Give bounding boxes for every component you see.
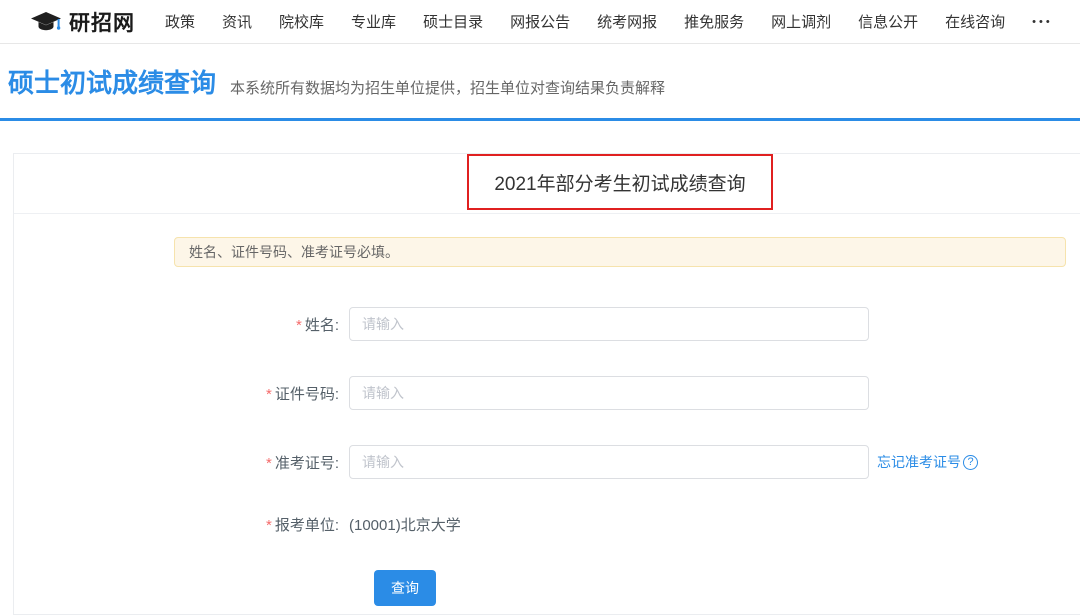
card-title: 2021年部分考生初试成绩查询 <box>494 169 745 196</box>
forgot-ticket-link[interactable]: 忘记准考证号? <box>877 452 978 472</box>
institution-label: *报考单位: <box>14 514 349 535</box>
page-header: 硕士初试成绩查询 本系统所有数据均为招生单位提供，招生单位对查询结果负责解释 <box>0 44 1080 118</box>
name-label: *姓名: <box>14 314 349 335</box>
site-logo[interactable]: 研招网 <box>30 7 135 37</box>
ticket-number-input[interactable] <box>349 445 869 479</box>
id-number-label: *证件号码: <box>14 383 349 404</box>
page-title: 硕士初试成绩查询 <box>8 63 216 100</box>
page-subtitle: 本系统所有数据均为招生单位提供，招生单位对查询结果负责解释 <box>230 77 665 98</box>
name-input[interactable] <box>349 307 869 341</box>
top-navigation: 研招网 政策 资讯 院校库 专业库 硕士目录 网报公告 统考网报 推免服务 网上… <box>0 0 1080 44</box>
question-circle-icon: ? <box>963 455 978 470</box>
query-button[interactable]: 查询 <box>374 570 436 606</box>
nav-item-unified-exam[interactable]: 统考网报 <box>597 11 657 32</box>
required-asterisk: * <box>266 455 272 472</box>
nav-item-exempt-service[interactable]: 推免服务 <box>684 11 744 32</box>
id-number-input[interactable] <box>349 376 869 410</box>
required-asterisk: * <box>266 386 272 403</box>
nav-item-policy[interactable]: 政策 <box>165 11 195 32</box>
submit-row: 查询 <box>14 570 1080 606</box>
nav-item-online-consult[interactable]: 在线咨询 <box>945 11 1005 32</box>
institution-value: (10001)北京大学 <box>349 514 461 535</box>
score-query-form: *姓名: *证件号码: *准考证号: 忘记准考证号? <box>14 307 1080 606</box>
form-row-id-number: *证件号码: <box>14 376 1080 410</box>
form-row-institution: *报考单位: (10001)北京大学 <box>14 514 1080 535</box>
query-card: 2021年部分考生初试成绩查询 姓名、证件号码、准考证号必填。 *姓名: *证件… <box>13 153 1080 615</box>
nav-item-major-library[interactable]: 专业库 <box>351 11 396 32</box>
more-icon[interactable]: ••• <box>1032 16 1053 28</box>
nav-item-master-catalog[interactable]: 硕士目录 <box>423 11 483 32</box>
card-header: 2021年部分考生初试成绩查询 <box>14 154 1080 214</box>
graduation-cap-icon <box>30 11 62 33</box>
form-row-ticket-number: *准考证号: 忘记准考证号? <box>14 445 1080 479</box>
nav-item-online-announcement[interactable]: 网报公告 <box>510 11 570 32</box>
required-asterisk: * <box>296 317 302 334</box>
nav-item-online-adjustment[interactable]: 网上调剂 <box>771 11 831 32</box>
nav-item-info-disclosure[interactable]: 信息公开 <box>858 11 918 32</box>
nav-item-college-library[interactable]: 院校库 <box>279 11 324 32</box>
required-asterisk: * <box>266 517 272 534</box>
required-fields-notice: 姓名、证件号码、准考证号必填。 <box>174 237 1066 267</box>
form-row-name: *姓名: <box>14 307 1080 341</box>
main-content: 2021年部分考生初试成绩查询 姓名、证件号码、准考证号必填。 *姓名: *证件… <box>0 121 1080 615</box>
nav-item-news[interactable]: 资讯 <box>222 11 252 32</box>
site-logo-text: 研招网 <box>69 7 135 37</box>
annotation-highlight-box: 2021年部分考生初试成绩查询 <box>467 154 773 210</box>
ticket-number-label: *准考证号: <box>14 452 349 473</box>
nav-menu: 政策 资讯 院校库 专业库 硕士目录 网报公告 统考网报 推免服务 网上调剂 信… <box>165 11 1053 32</box>
